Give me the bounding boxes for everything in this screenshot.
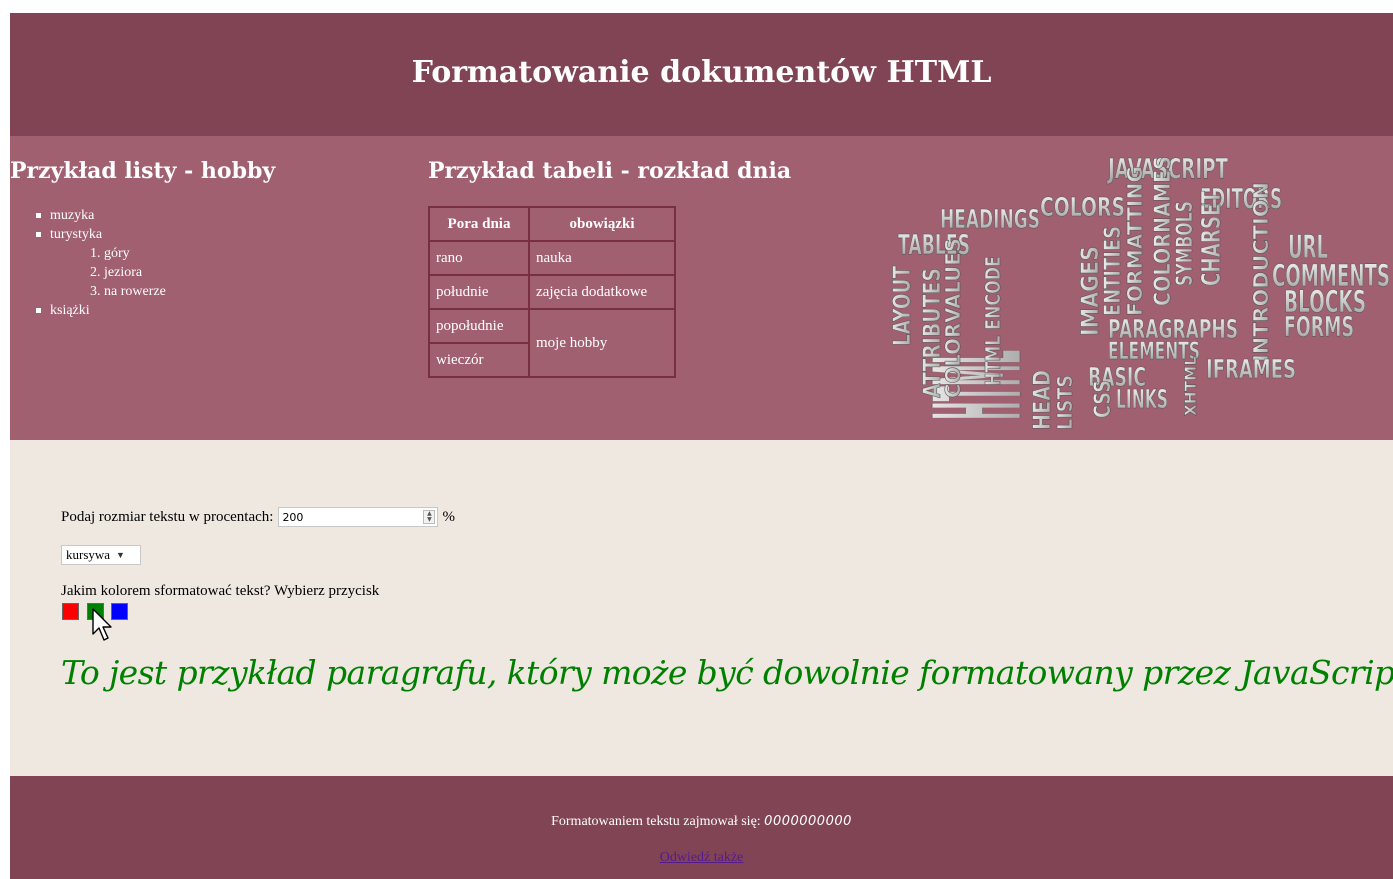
formatting-panel: Podaj rozmiar tekstu w procentach: 200 ▲… [10,440,1393,776]
table-cell: moje hobby [528,308,676,378]
text-size-input[interactable]: 200 ▲ ▼ [278,507,439,527]
sub-list: 1. góry 2. jeziora 3. na rowerze [50,244,166,301]
bullet-icon [36,213,41,218]
schedule-table: Pora dnia obowiązki rano nauka południe … [428,206,676,378]
list-item: turystyka 1. góry 2. jeziora 3. na rower… [30,225,166,301]
html-wordcloud-image: JAVASCRIPT COLORS EDITORS HEADINGS TABLE… [888,152,1390,431]
wordcloud-word: HTML ENCODE [981,256,1005,386]
hobby-list-title: Przykład listy - hobby [10,158,276,184]
table-cell: nauka [528,240,676,276]
table-cell: południe [428,274,530,310]
list-item: muzyka [30,206,166,225]
spinner-arrows-icon[interactable]: ▲ ▼ [423,510,436,524]
wordcloud-word: CSS [1091,380,1116,418]
page-title: Formatowanie dokumentów HTML [411,55,992,90]
top-strip [0,0,1393,13]
page: Formatowanie dokumentów HTML Przykład li… [10,13,1393,879]
table-row: popołudnie moje hobby [428,308,676,378]
font-style-select[interactable]: kursywa ▼ [61,545,141,565]
bullet-icon [36,232,41,237]
text-size-value: 200 [282,510,304,524]
author-name: 0000000000 [764,814,852,829]
chevron-down-icon: ▼ [116,550,125,560]
wordcloud-word: FORMS [1284,310,1354,343]
wordcloud-word: CHARSET [1197,191,1227,286]
table-header-cell: Pora dnia [428,206,530,242]
text-size-label: Podaj rozmiar tekstu w procentach: [61,508,274,525]
wordcloud-word: HEAD [1028,370,1056,430]
table-cell: zajęcia dodatkowe [528,274,676,310]
font-style-selected: kursywa [66,547,111,562]
visit-also-link[interactable]: Odwiedź także [660,850,744,865]
wordcloud-word: LISTS [1053,375,1077,430]
table-cell: rano [428,240,530,276]
table-row: południe zajęcia dodatkowe [428,274,676,310]
wordcloud-word: LINKS [1116,385,1168,415]
wordcloud-word: LAYOUT [888,266,916,346]
author-line: Formatowaniem tekstu zajmował się: 00000… [10,814,1393,830]
table-header-cell: obowiązki [528,206,676,242]
wordcloud-word: IFRAMES [1206,355,1296,385]
text-size-row: Podaj rozmiar tekstu w procentach: 200 ▲… [61,507,455,527]
table-cell: wieczór [428,342,530,378]
list-item-label: muzyka [50,208,95,223]
color-question: Jakim kolorem sformatować tekst? Wybierz… [61,583,380,599]
wordcloud-word: FORMATTING [1123,166,1147,316]
hobby-list: muzyka turystyka 1. góry 2. jeziora 3. n… [30,206,166,320]
author-prefix: Formatowaniem tekstu zajmował się: [551,814,761,829]
wordcloud-word: COLORS [1040,193,1125,223]
list-item-label: turystyka [50,227,103,242]
wordcloud-word: COLORVALUES [941,238,965,398]
wordcloud-word: XHTML [1181,356,1200,416]
table-row: rano nauka [428,240,676,276]
page-footer: Formatowaniem tekstu zajmował się: 00000… [10,776,1393,879]
list-item-label: książki [50,303,90,318]
wordcloud-word: INTRODUCTION [1249,182,1273,362]
list-item: książki [30,301,166,320]
sub-list-item: 3. na rowerze [90,284,166,299]
sub-list-item: 2. jeziora [90,265,143,280]
wordcloud-word: SYMBOLS [1173,201,1198,286]
wordcloud-word: IMAGES [1076,246,1104,336]
examples-section: Przykład listy - hobby muzyka turystyka … [10,136,1393,440]
percent-sign: % [442,508,455,525]
bullet-icon [36,308,41,313]
spin-down-icon[interactable]: ▼ [427,517,432,523]
table-title: Przykład tabeli - rozkład dnia [428,158,792,184]
page-header: Formatowanie dokumentów HTML [10,13,1393,136]
table-cell: popołudnie [428,308,530,344]
red-color-button[interactable] [62,603,79,620]
sub-list-item: 1. góry [90,246,130,261]
table-header-row: Pora dnia obowiązki [428,206,676,242]
formatted-paragraph: To jest przykład paragrafu, który może b… [61,653,1393,692]
visit-link-row: Odwiedź także [10,850,1393,866]
mouse-pointer-icon [92,608,112,641]
